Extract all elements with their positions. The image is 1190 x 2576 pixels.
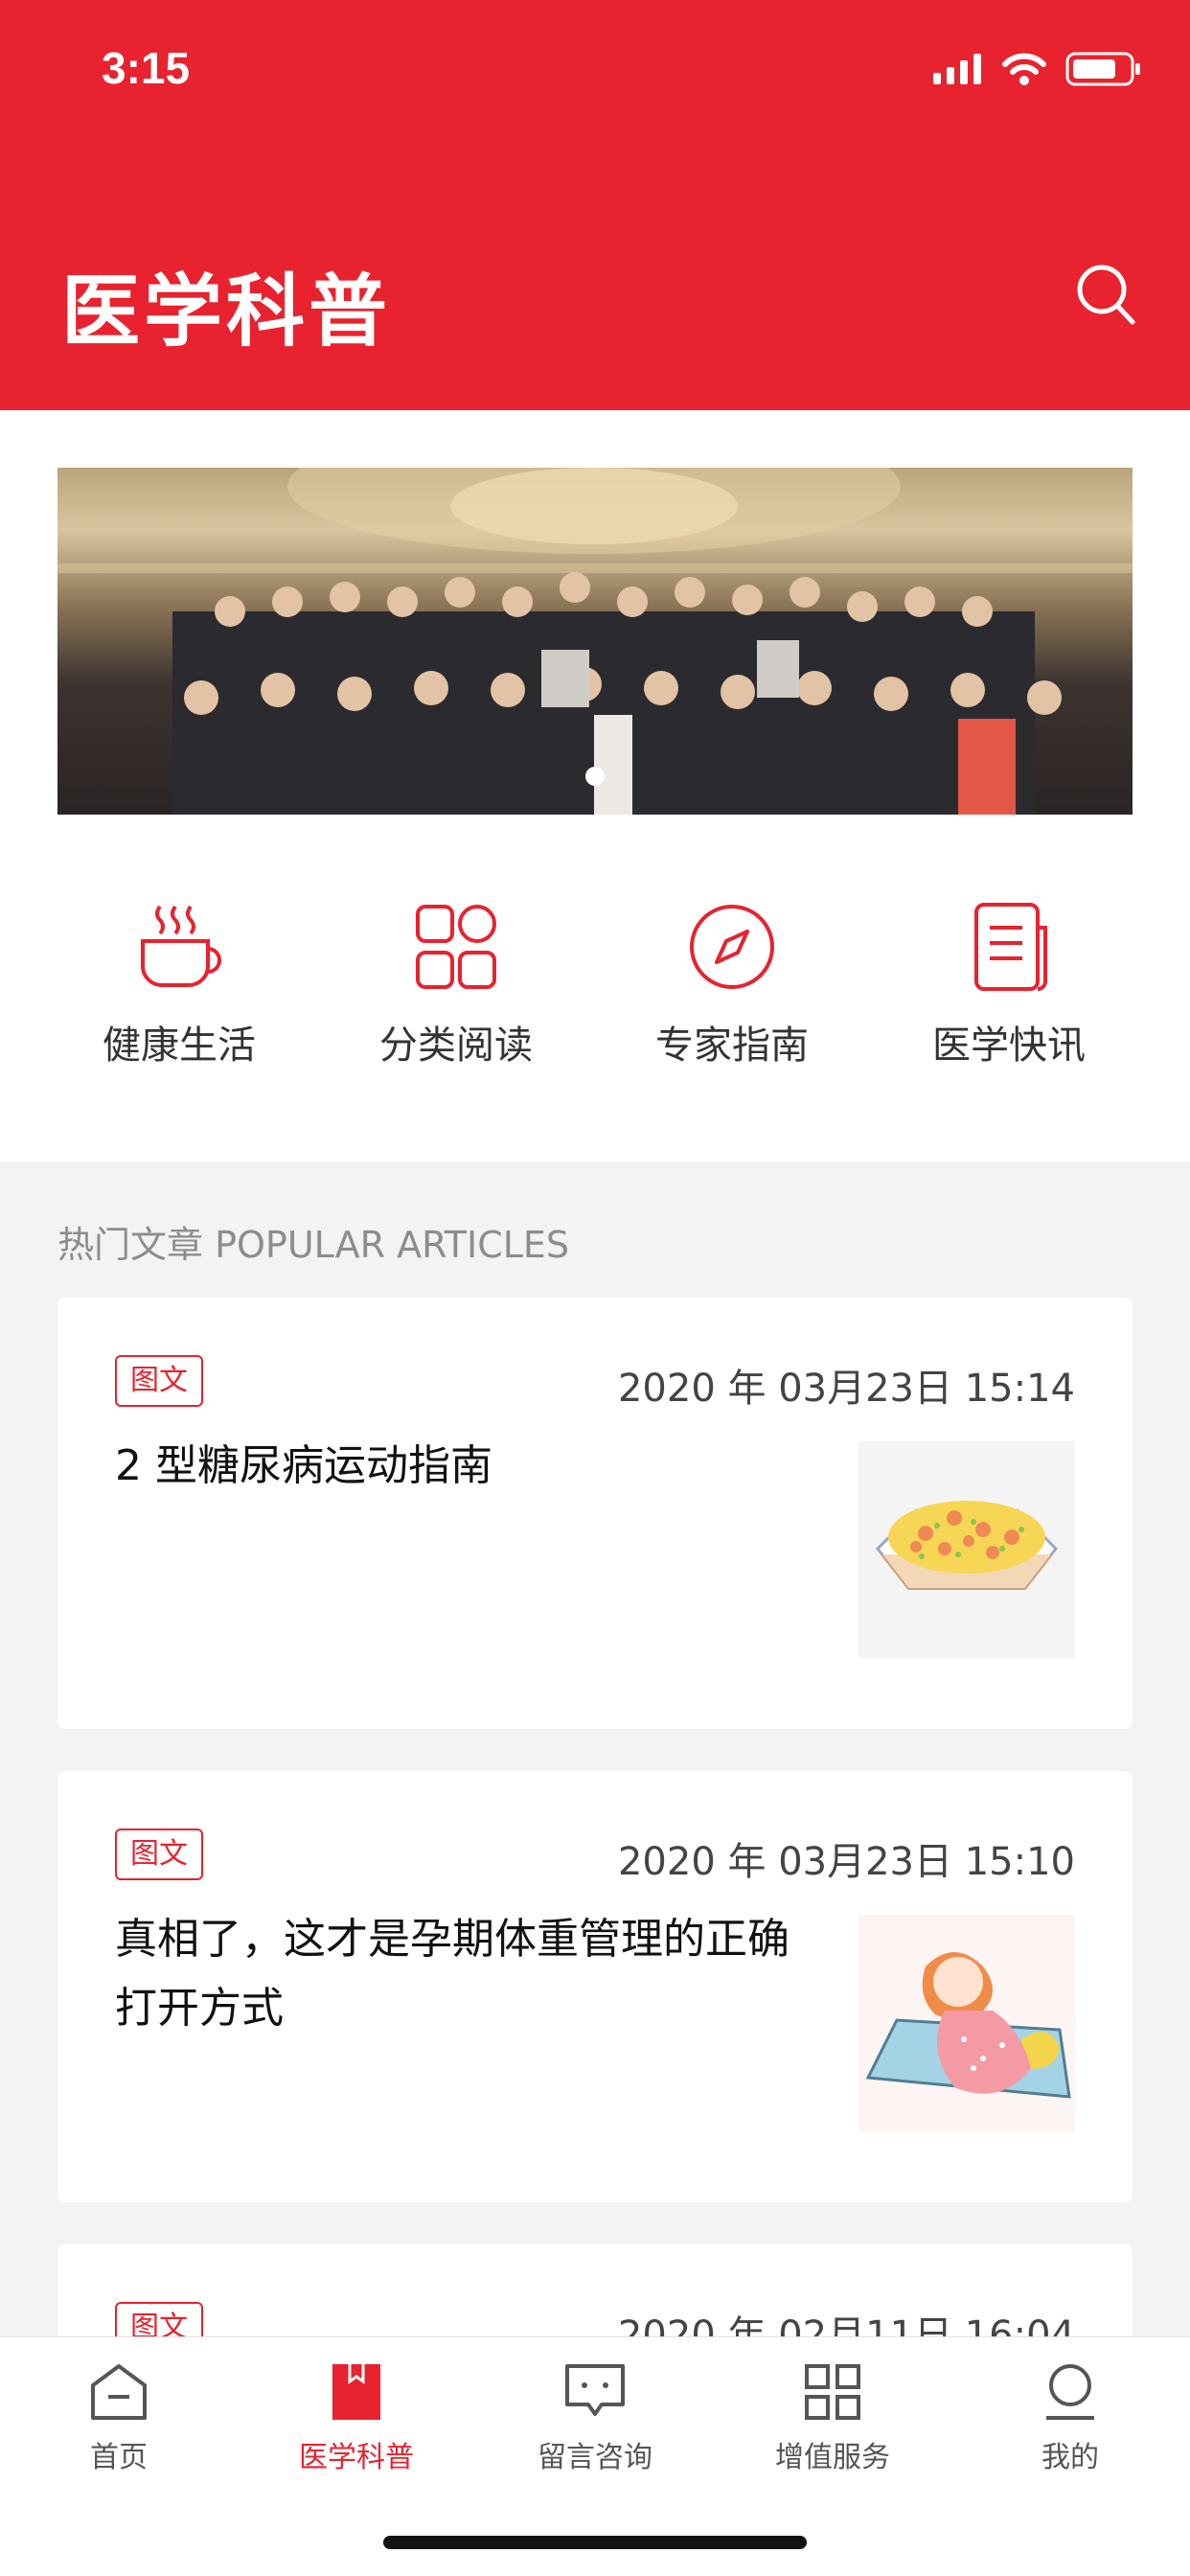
apps-icon (805, 2364, 860, 2420)
carousel-indicator[interactable] (585, 767, 605, 786)
banner-carousel[interactable] (57, 468, 1133, 815)
tab-value-added[interactable]: 增值服务 (737, 2358, 928, 2475)
page-title: 医学科普 (61, 266, 392, 357)
tab-label: 首页 (90, 2441, 148, 2474)
search-button[interactable] (1075, 263, 1136, 328)
quick-menu-label: 健康生活 (103, 1024, 256, 1068)
wifi-icon (1002, 53, 1046, 85)
top-header: 3:15 医学科普 (0, 0, 1190, 410)
grid-icon (416, 905, 496, 989)
message-icon (565, 2364, 625, 2416)
article-date: 2020 年 03月23日 15:10 (617, 1840, 1075, 1884)
home-indicator (383, 2536, 807, 2549)
home-icon (91, 2364, 147, 2420)
tab-label: 增值服务 (775, 2441, 890, 2474)
status-icons (933, 50, 1142, 88)
signal-icon (933, 54, 981, 84)
quick-menu-item-health-life[interactable]: 健康生活 (40, 899, 318, 1070)
tab-label: 医学科普 (299, 2441, 414, 2474)
article-title: 2 型糖尿病运动指南 (115, 1441, 492, 1490)
tab-consultation[interactable]: 留言咨询 (499, 2358, 691, 2475)
quick-menu-item-expert-guide[interactable]: 专家指南 (593, 899, 871, 1070)
article-thumbnail (858, 1915, 1075, 2131)
quick-menu-label: 医学快讯 (932, 1024, 1086, 1068)
article-title: 真相了，这才是孕期体重管理的正确打开方式 (115, 1915, 790, 2033)
search-icon (1077, 264, 1135, 325)
banner-image (57, 468, 1133, 815)
tab-label: 我的 (1041, 2441, 1099, 2474)
tab-label: 留言咨询 (538, 2441, 652, 2474)
article-date: 2020 年 03月23日 15:14 (617, 1367, 1075, 1411)
article-tag: 图文 (115, 1828, 203, 1880)
tab-profile[interactable]: 我的 (974, 2358, 1166, 2475)
compass-icon (690, 905, 774, 989)
quick-menu-item-category[interactable]: 分类阅读 (317, 899, 595, 1070)
tab-medical-science[interactable]: 医学科普 (261, 2358, 452, 2475)
quick-menu-label: 分类阅读 (379, 1024, 533, 1068)
fried-rice-image (875, 1501, 1059, 1590)
article-thumbnail (858, 1441, 1075, 1658)
quick-menu-label: 专家指南 (655, 1024, 809, 1068)
news-icon (974, 903, 1047, 991)
article-tag: 图文 (115, 1355, 203, 1407)
article-card[interactable]: 图文 2020 年 03月23日 15:10 真相了，这才是孕期体重管理的正确打… (57, 1771, 1133, 2202)
quick-menu-item-medical-news[interactable]: 医学快讯 (870, 899, 1148, 1070)
section-title: 热门文章 POPULAR ARTICLES (57, 1224, 570, 1266)
coffee-cup-icon (141, 905, 221, 987)
article-card[interactable]: 图文 2020 年 03月23日 15:14 2 型糖尿病运动指南 (57, 1298, 1133, 1729)
profile-icon (1046, 2364, 1094, 2420)
battery-icon (1065, 52, 1140, 86)
top-area: 健康生活 分类阅读 专家指南 医学快讯 (0, 410, 1190, 1162)
quick-menu: 健康生活 分类阅读 专家指南 医学快讯 (0, 899, 1190, 1091)
status-time: 3:15 (102, 43, 191, 93)
bookmark-icon (332, 2364, 380, 2420)
pregnant-woman-cartoon (865, 1952, 1071, 2099)
tab-home[interactable]: 首页 (23, 2358, 215, 2475)
